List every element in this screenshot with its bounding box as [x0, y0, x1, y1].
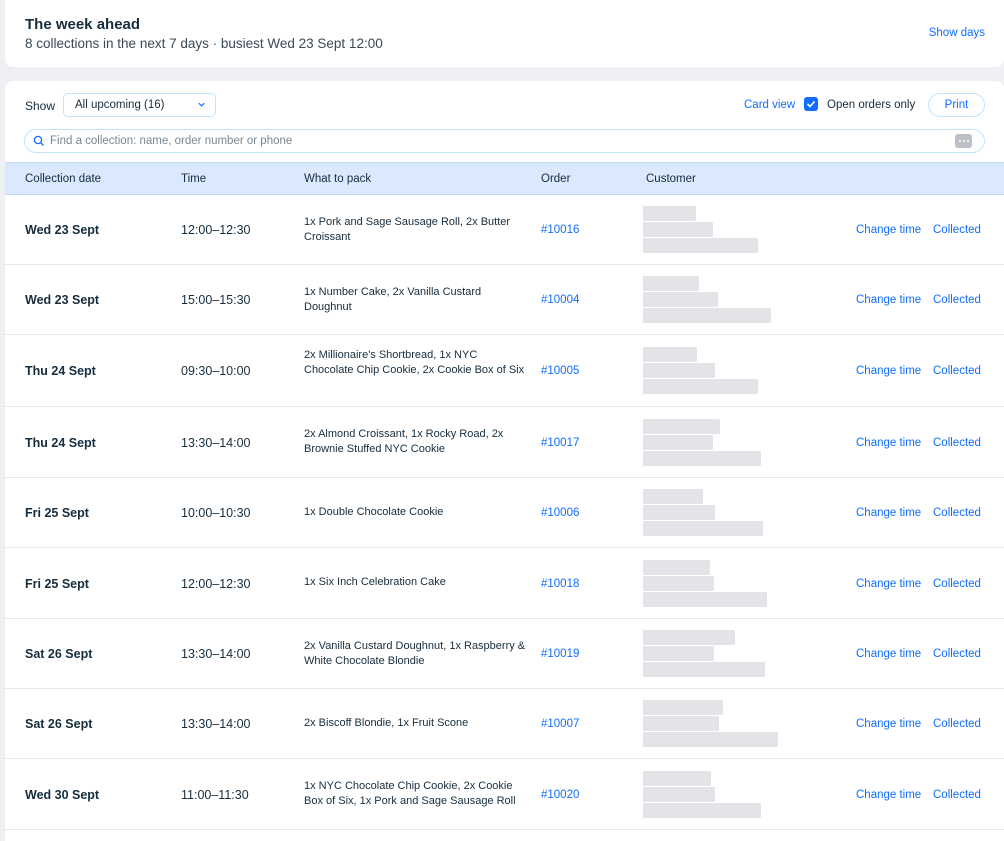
- change-time-link[interactable]: Change time: [856, 437, 921, 449]
- chevron-down-icon: [198, 102, 205, 107]
- collected-link[interactable]: Collected: [933, 648, 981, 660]
- what-to-pack: 2x Millionaire's Shortbread, 1x NYC Choc…: [304, 349, 525, 376]
- collection-time: 13:30–14:00: [181, 647, 251, 661]
- collection-time: 12:00–12:30: [181, 577, 251, 591]
- customer-details-redacted: [643, 206, 783, 254]
- what-to-pack: 1x Six Inch Celebration Cake: [304, 576, 446, 588]
- what-to-pack: 1x Pork and Sage Sausage Roll, 2x Butter…: [304, 216, 511, 243]
- collected-link[interactable]: Collected: [933, 578, 981, 590]
- change-time-link[interactable]: Change time: [856, 507, 921, 519]
- show-days-link[interactable]: Show days: [929, 27, 985, 39]
- order-number-link[interactable]: #10004: [541, 294, 579, 306]
- table-row: Sat 26 Sept 13:30–14:00 2x Biscoff Blondie…: [5, 689, 1004, 759]
- open-orders-checkbox[interactable]: [804, 97, 818, 111]
- collection-date: Fri 25 Sept: [25, 506, 89, 520]
- collection-time: 12:00–12:30: [181, 223, 251, 237]
- customer-details-redacted: [643, 419, 783, 467]
- open-orders-label: Open orders only: [827, 99, 916, 111]
- table-row: Thu 24 Sept 13:30–14:00 2x Almond Croissan…: [5, 407, 1004, 478]
- order-number-link[interactable]: #10019: [541, 648, 579, 660]
- show-filter-value: All upcoming (16): [75, 99, 165, 111]
- header-customer: Customer: [646, 173, 696, 185]
- print-button[interactable]: Print: [928, 93, 985, 117]
- summary-title: The week ahead: [25, 16, 141, 33]
- collection-time: 13:30–14:00: [181, 436, 251, 450]
- header-order: Order: [541, 173, 571, 185]
- table-row: Wed 30 Sept 11:00–11:30 1x NYC Chocolate C…: [5, 759, 1004, 830]
- show-filter-select[interactable]: All upcoming (16): [63, 93, 216, 117]
- header-what-to-pack: What to pack: [304, 173, 372, 185]
- change-time-link[interactable]: Change time: [856, 578, 921, 590]
- order-number-link[interactable]: #10016: [541, 224, 579, 236]
- customer-details-redacted: [643, 771, 783, 819]
- collection-date: Wed 30 Sept: [25, 788, 100, 802]
- collection-time: 15:00–15:30: [181, 293, 251, 307]
- table-row: Fri 25 Sept 10:00–10:30 1x Double Chocolat…: [5, 478, 1004, 548]
- collected-link[interactable]: Collected: [933, 224, 981, 236]
- order-number-link[interactable]: #10005: [541, 365, 579, 377]
- collection-time: 13:30–14:00: [181, 717, 251, 731]
- what-to-pack: 2x Biscoff Blondie, 1x Fruit Scone: [304, 717, 469, 729]
- what-to-pack: 2x Almond Croissant, 1x Rocky Road, 2x B…: [304, 428, 504, 455]
- order-number-link[interactable]: #10017: [541, 437, 579, 449]
- collection-time: 09:30–10:00: [181, 364, 251, 378]
- table-row: Wed 23 Sept 15:00–15:30 1x Number Cake, 2x…: [5, 265, 1004, 335]
- change-time-link[interactable]: Change time: [856, 648, 921, 660]
- order-number-link[interactable]: #10020: [541, 789, 579, 801]
- collection-date: Thu 24 Sept: [25, 436, 96, 450]
- collected-link[interactable]: Collected: [933, 507, 981, 519]
- change-time-link[interactable]: Change time: [856, 224, 921, 236]
- collected-link[interactable]: Collected: [933, 294, 981, 306]
- change-time-link[interactable]: Change time: [856, 789, 921, 801]
- change-time-link[interactable]: Change time: [856, 294, 921, 306]
- what-to-pack: 1x Double Chocolate Cookie: [304, 506, 444, 518]
- table-row: Wed 23 Sept 12:00–12:30 1x Pork and Sage S…: [5, 195, 1004, 265]
- collection-time: 11:00–11:30: [181, 788, 249, 802]
- search-input[interactable]: [50, 133, 950, 149]
- what-to-pack: 1x Number Cake, 2x Vanilla Custard Dough…: [304, 286, 482, 313]
- what-to-pack: 2x Vanilla Custard Doughnut, 1x Raspberr…: [304, 640, 526, 667]
- collection-date: Sat 26 Sept: [25, 717, 93, 731]
- more-options-icon[interactable]: [955, 134, 972, 148]
- customer-details-redacted: [643, 700, 783, 748]
- collection-date: Wed 23 Sept: [25, 223, 100, 237]
- order-number-link[interactable]: #10018: [541, 578, 579, 590]
- order-number-link[interactable]: #10007: [541, 718, 579, 730]
- collection-date: Fri 25 Sept: [25, 577, 89, 591]
- collections-list-card: Show All upcoming (16) Card view Open or…: [5, 81, 1004, 841]
- table-row: Sat 26 Sept 13:30–14:00 2x Vanilla Custard…: [5, 619, 1004, 689]
- customer-details-redacted: [643, 560, 783, 608]
- order-number-link[interactable]: #10006: [541, 507, 579, 519]
- checkmark-icon: [806, 100, 816, 108]
- collected-link[interactable]: Collected: [933, 718, 981, 730]
- show-label: Show: [25, 99, 56, 113]
- customer-details-redacted: [643, 276, 783, 324]
- header-time: Time: [181, 173, 207, 185]
- collected-link[interactable]: Collected: [933, 789, 981, 801]
- collected-link[interactable]: Collected: [933, 365, 981, 377]
- collections-table-body: Wed 23 Sept 12:00–12:30 1x Pork and Sage S…: [5, 195, 1004, 830]
- table-row: Fri 25 Sept 12:00–12:30 1x Six Inch Celebr…: [5, 548, 1004, 619]
- customer-details-redacted: [643, 630, 783, 678]
- change-time-link[interactable]: Change time: [856, 718, 921, 730]
- change-time-link[interactable]: Change time: [856, 365, 921, 377]
- card-view-link[interactable]: Card view: [744, 99, 795, 111]
- collection-date: Thu 24 Sept: [25, 364, 96, 378]
- collection-time: 10:00–10:30: [181, 506, 251, 520]
- customer-details-redacted: [643, 489, 783, 537]
- collected-link[interactable]: Collected: [933, 437, 981, 449]
- search-bar: [24, 129, 985, 153]
- search-icon: [33, 135, 44, 146]
- table-row: Thu 24 Sept 09:30–10:00 2x Millionaire's S…: [5, 335, 1004, 407]
- summary-subtitle: 8 collections in the next 7 days · busie…: [25, 36, 383, 51]
- table-header: Collection date Time What to pack Order …: [5, 162, 1004, 195]
- header-collection-date: Collection date: [25, 173, 102, 185]
- what-to-pack: 1x NYC Chocolate Chip Cookie, 2x Cookie …: [304, 780, 516, 807]
- collection-date: Sat 26 Sept: [25, 647, 93, 661]
- week-summary-card: The week ahead 8 collections in the next…: [5, 0, 1004, 67]
- customer-details-redacted: [643, 347, 783, 395]
- collection-date: Wed 23 Sept: [25, 293, 100, 307]
